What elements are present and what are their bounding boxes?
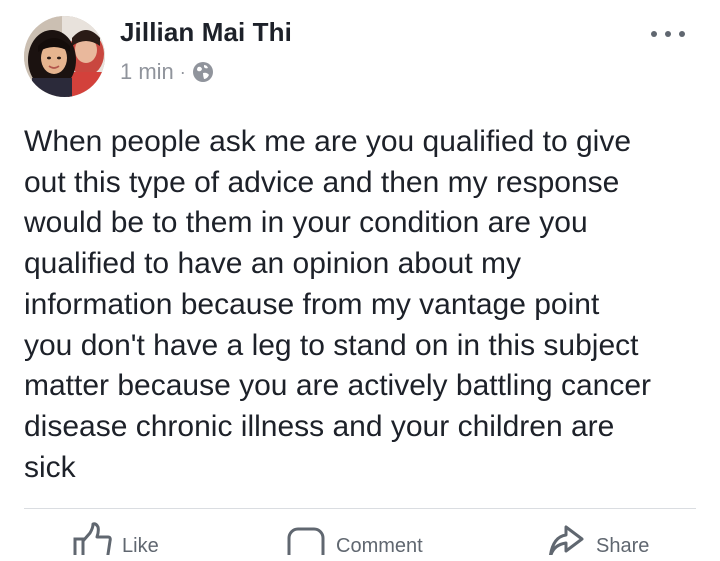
more-options-button[interactable] [651, 26, 685, 42]
profile-photo [24, 16, 105, 97]
share-label: Share [596, 535, 650, 557]
author-name[interactable]: Jillian Mai Thi [120, 17, 292, 48]
like-button[interactable]: Like [72, 521, 159, 561]
more-dot-icon [651, 31, 657, 37]
share-button[interactable]: Share [546, 521, 649, 561]
comment-button[interactable]: Comment [286, 521, 423, 561]
actions-divider [24, 508, 696, 509]
post-body-text: When people ask me are you qualified to … [24, 125, 651, 484]
post-meta: 1 min · [120, 58, 214, 86]
facebook-post: Jillian Mai Thi 1 min · When people ask … [0, 0, 720, 557]
more-dot-icon [679, 31, 685, 37]
globe-icon [192, 62, 213, 82]
meta-separator: · [179, 62, 186, 82]
avatar[interactable] [24, 16, 105, 97]
more-dot-icon [665, 31, 671, 37]
post-timestamp[interactable]: 1 min [120, 59, 174, 85]
like-label: Like [122, 535, 159, 557]
comment-label: Comment [336, 535, 423, 557]
